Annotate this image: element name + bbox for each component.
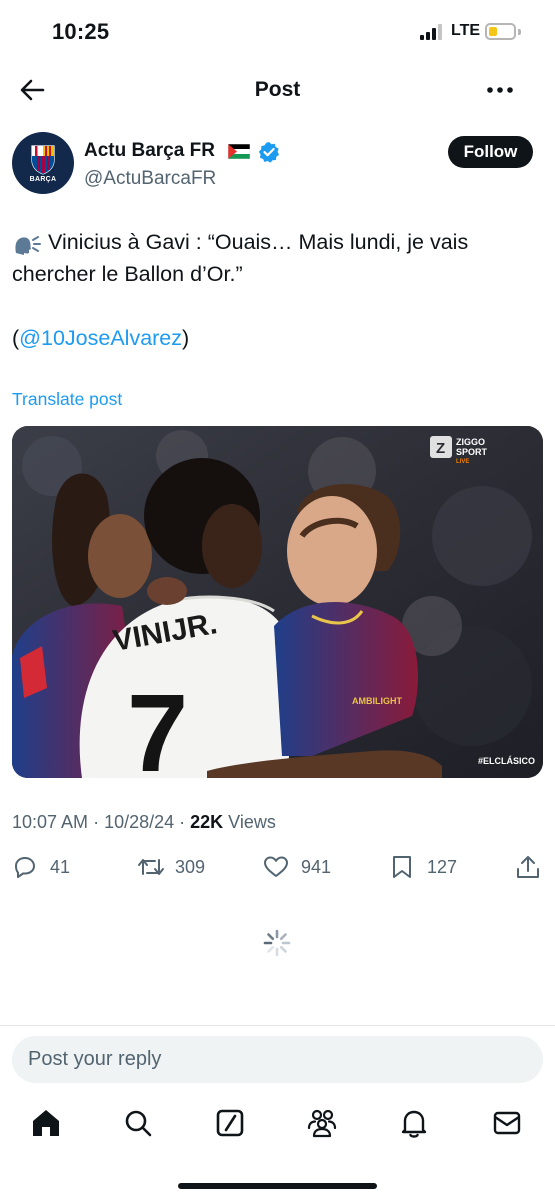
author-name[interactable]: Actu Barça FR (84, 140, 215, 162)
tab-grok[interactable] (213, 1106, 247, 1140)
mention-close-paren: ) (182, 326, 190, 350)
repost-icon (138, 859, 164, 875)
loading-spinner-icon (263, 929, 291, 957)
broadcaster-live: LIVE (456, 459, 469, 465)
reply-icon (15, 857, 35, 878)
jersey-number: 7 (127, 672, 188, 778)
bookmark-icon (393, 856, 411, 878)
reply-count: 41 (50, 857, 71, 877)
share-icon (517, 856, 539, 878)
network-label: LTE (451, 22, 481, 39)
reply-divider (0, 1025, 555, 1026)
page-title: Post (254, 78, 301, 101)
meta-separator: · (88, 812, 105, 832)
signal-icon (420, 24, 444, 40)
messages-icon (493, 1111, 521, 1135)
reply-button[interactable]: 41 (12, 852, 82, 884)
nav-header: Post (0, 62, 555, 118)
hashtag-overlay: #ELCLÁSICO (478, 756, 535, 766)
tweet-mention-line: (@10JoseAlvarez) (12, 326, 189, 351)
broadcaster-name-2: SPORT (456, 447, 488, 457)
tab-home[interactable] (29, 1106, 63, 1140)
bookmark-button[interactable]: 127 (390, 852, 465, 884)
views-label: Views (223, 812, 276, 832)
share-button[interactable] (514, 852, 542, 884)
status-bar: 10:25 LTE (0, 0, 555, 62)
speaking-head-icon (15, 236, 41, 255)
repost-button[interactable]: 309 (136, 852, 226, 884)
post-time: 10:07 AM (12, 812, 89, 832)
home-icon (33, 1110, 59, 1136)
notifications-icon (401, 1110, 427, 1138)
mention-link[interactable]: @10JoseAlvarez (19, 326, 182, 350)
home-indicator (178, 1183, 377, 1189)
views-count[interactable]: 22K (190, 812, 223, 832)
battery-level (489, 27, 497, 36)
like-count: 941 (301, 857, 332, 877)
meta-separator: · (174, 812, 191, 832)
tab-search[interactable] (121, 1106, 155, 1140)
repost-count: 309 (175, 857, 206, 877)
translate-post-link[interactable]: Translate post (12, 389, 122, 410)
barca-crest-icon (31, 145, 55, 175)
svg-text:Z: Z (436, 440, 445, 457)
tweet-text-line-1: Vinicius à Gavi : “Ouais… Mais lundi, je… (48, 230, 469, 254)
palestine-flag-icon (228, 144, 250, 159)
avatar-label: BARÇA (29, 176, 57, 183)
follow-button[interactable]: Follow (448, 136, 533, 168)
battery-tip (518, 29, 521, 35)
post-meta: 10:07 AM · 10/28/24 · 22K Views (12, 812, 276, 833)
status-time: 10:25 (52, 19, 110, 44)
tab-notifications[interactable] (397, 1106, 431, 1140)
author-handle[interactable]: @ActuBarcaFR (84, 168, 216, 190)
sponsor-text: AMBILIGHT (352, 696, 402, 706)
avatar[interactable]: BARÇA (12, 132, 74, 194)
more-button[interactable] (482, 74, 518, 106)
back-button[interactable] (14, 72, 50, 108)
more-horizontal-icon (487, 87, 513, 93)
bookmark-count: 127 (427, 857, 458, 877)
arrow-left-icon (20, 79, 45, 101)
communities-icon (307, 1109, 337, 1138)
search-icon (125, 1110, 152, 1137)
media-photo: VINIJR. 7 AMBILIGHT Z ZIGGO SPORT LIVE #… (12, 426, 543, 778)
broadcaster-name-1: ZIGGO (456, 437, 485, 447)
tab-communities[interactable] (305, 1106, 339, 1140)
tab-messages[interactable] (490, 1106, 524, 1140)
tweet-media-image[interactable]: VINIJR. 7 AMBILIGHT Z ZIGGO SPORT LIVE #… (12, 426, 543, 778)
verified-badge-icon (258, 142, 279, 163)
post-date: 10/28/24 (104, 812, 175, 832)
reply-input[interactable] (12, 1036, 543, 1083)
like-button[interactable]: 941 (262, 852, 342, 884)
tweet-text-line-2: chercher le Ballon d’Or.” (12, 262, 243, 286)
grok-icon (216, 1109, 244, 1137)
battery-icon (485, 23, 516, 40)
heart-icon (264, 856, 288, 877)
